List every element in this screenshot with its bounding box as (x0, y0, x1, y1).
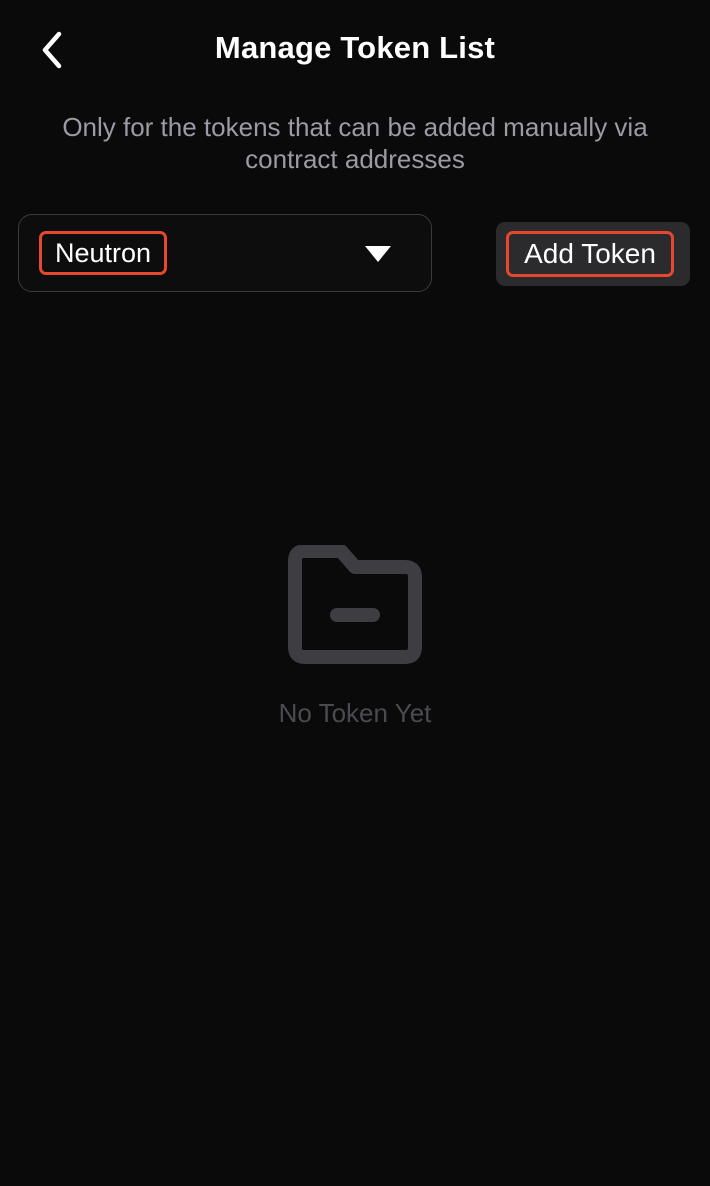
empty-state: No Token Yet (0, 545, 710, 729)
add-token-label: Add Token (506, 231, 674, 277)
chain-selected-value: Neutron (39, 231, 168, 275)
page-title: Manage Token List (214, 30, 496, 65)
folder-minus-icon (288, 545, 422, 664)
empty-state-message: No Token Yet (278, 698, 432, 728)
add-token-button[interactable]: Add Token (496, 222, 690, 286)
chain-selector-dropdown[interactable]: Neutron (18, 214, 432, 292)
page-subtitle: Only for the tokens that can be added ma… (62, 112, 648, 174)
header: Manage Token List (0, 0, 710, 100)
caret-down-icon (365, 246, 391, 262)
